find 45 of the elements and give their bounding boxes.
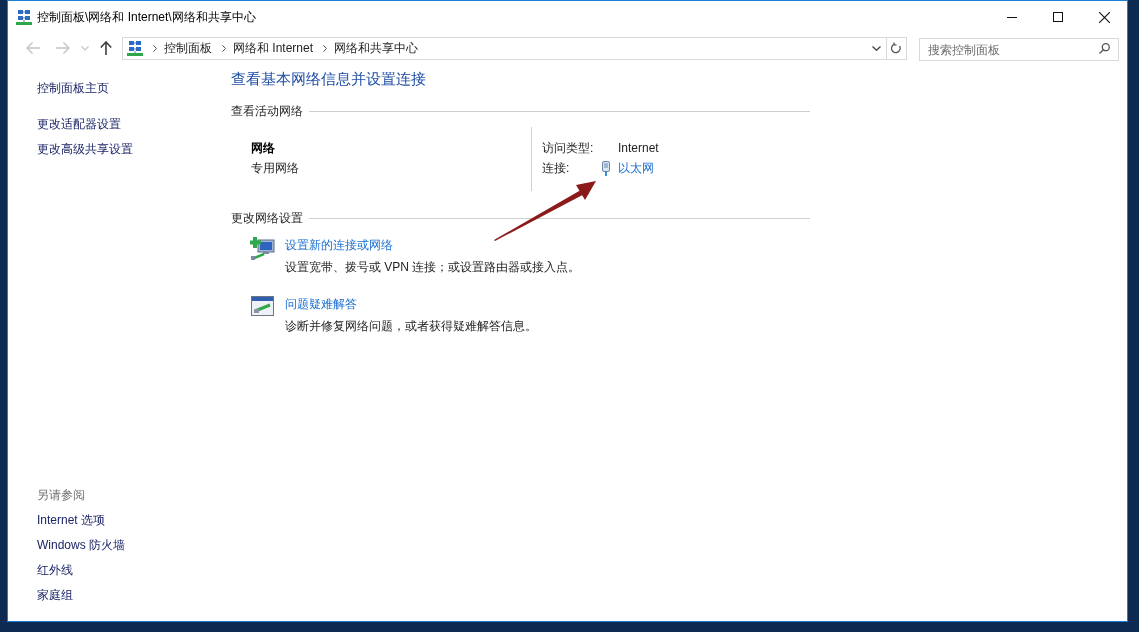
minimize-icon — [1007, 16, 1017, 18]
page-heading: 查看基本网络信息并设置连接 — [231, 69, 426, 89]
back-arrow-icon — [25, 42, 40, 54]
task-description: 诊断并修复网络问题，或者获得疑难解答信息。 — [285, 318, 537, 335]
breadcrumb-item[interactable]: 控制面板 — [164, 38, 212, 58]
section-heading: 查看活动网络 — [231, 103, 303, 120]
sidebar-link[interactable]: Internet 选项 — [37, 508, 106, 533]
task-link[interactable]: 问题疑难解答 — [285, 294, 357, 314]
window-cable-icon — [250, 296, 274, 316]
section-heading: 更改网络设置 — [231, 210, 303, 227]
breadcrumb-item[interactable]: 网络和共享中心 — [334, 38, 418, 58]
ethernet-plug-icon — [602, 160, 610, 176]
sidebar-link[interactable]: Windows 防火墙 — [37, 533, 125, 558]
address-bar[interactable]: 控制面板 网络和 Internet 网络和共享中心 — [122, 36, 908, 60]
field-label: 访问类型: — [542, 140, 595, 157]
network-icon — [16, 9, 32, 25]
refresh-icon — [891, 42, 903, 54]
sidebar-link[interactable]: 控制面板主页 — [37, 76, 109, 101]
up-arrow-icon — [100, 41, 113, 55]
see-also-label: 另请参阅 — [37, 487, 85, 504]
chevron-right-icon — [222, 44, 226, 52]
field-label: 连接: — [542, 160, 571, 177]
maximize-icon — [1053, 12, 1063, 22]
search-icon — [1099, 42, 1110, 54]
chevron-down-icon — [81, 45, 90, 51]
breadcrumb-item[interactable]: 网络和 Internet — [233, 38, 313, 58]
connection-link[interactable]: 以太网 — [618, 158, 654, 178]
chevron-down-icon — [871, 45, 881, 51]
search-field[interactable]: 搜索控制面板 — [919, 38, 1119, 61]
forward-arrow-icon — [55, 42, 70, 54]
sidebar-link[interactable]: 更改高级共享设置 — [37, 137, 133, 162]
network-name: 网络 — [251, 140, 275, 157]
sidebar-link[interactable]: 红外线 — [37, 558, 73, 583]
chevron-right-icon — [323, 44, 327, 52]
sidebar-link[interactable]: 家庭组 — [37, 583, 73, 608]
task-link[interactable]: 设置新的连接或网络 — [285, 235, 393, 255]
chevron-right-icon — [153, 44, 157, 52]
task-description: 设置宽带、拨号或 VPN 连接；或设置路由器或接入点。 — [285, 259, 581, 276]
network-category: 专用网络 — [251, 160, 299, 177]
monitor-plus-icon — [249, 237, 275, 260]
sidebar-link[interactable]: 更改适配器设置 — [37, 112, 121, 137]
network-icon — [127, 40, 143, 56]
window-title: 控制面板\网络和 Internet\网络和共享中心 — [37, 9, 256, 26]
field-value: Internet — [618, 140, 659, 157]
close-icon — [1098, 11, 1110, 23]
